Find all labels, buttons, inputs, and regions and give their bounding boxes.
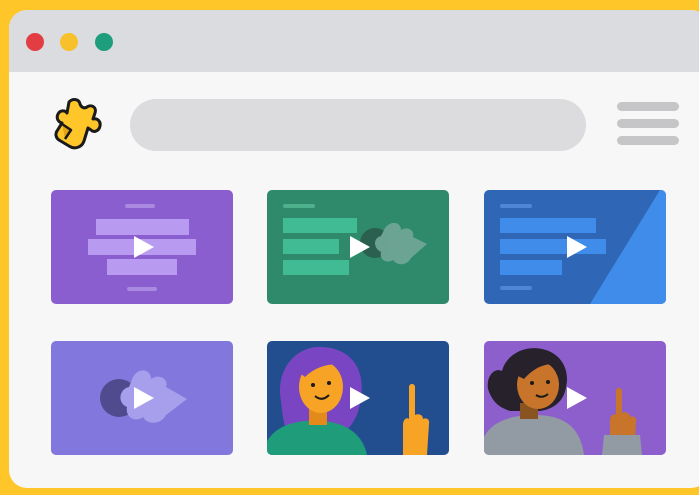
video-card[interactable] <box>267 190 449 304</box>
hamburger-menu-icon[interactable] <box>617 102 679 150</box>
close-window-dot[interactable] <box>26 33 44 51</box>
maximize-window-dot[interactable] <box>95 33 113 51</box>
video-card[interactable] <box>484 190 666 304</box>
video-card[interactable] <box>267 341 449 455</box>
minimize-window-dot[interactable] <box>60 33 78 51</box>
search-bar[interactable] <box>130 99 586 151</box>
puzzle-logo-icon[interactable] <box>53 97 105 157</box>
play-icon <box>567 387 587 409</box>
browser-window <box>9 10 699 488</box>
video-card[interactable] <box>51 341 233 455</box>
play-icon <box>134 236 154 258</box>
video-card[interactable] <box>484 341 666 455</box>
video-card[interactable] <box>51 190 233 304</box>
title-bar <box>9 10 699 72</box>
play-icon <box>134 387 154 409</box>
play-icon <box>350 236 370 258</box>
play-icon <box>350 387 370 409</box>
play-icon <box>567 236 587 258</box>
